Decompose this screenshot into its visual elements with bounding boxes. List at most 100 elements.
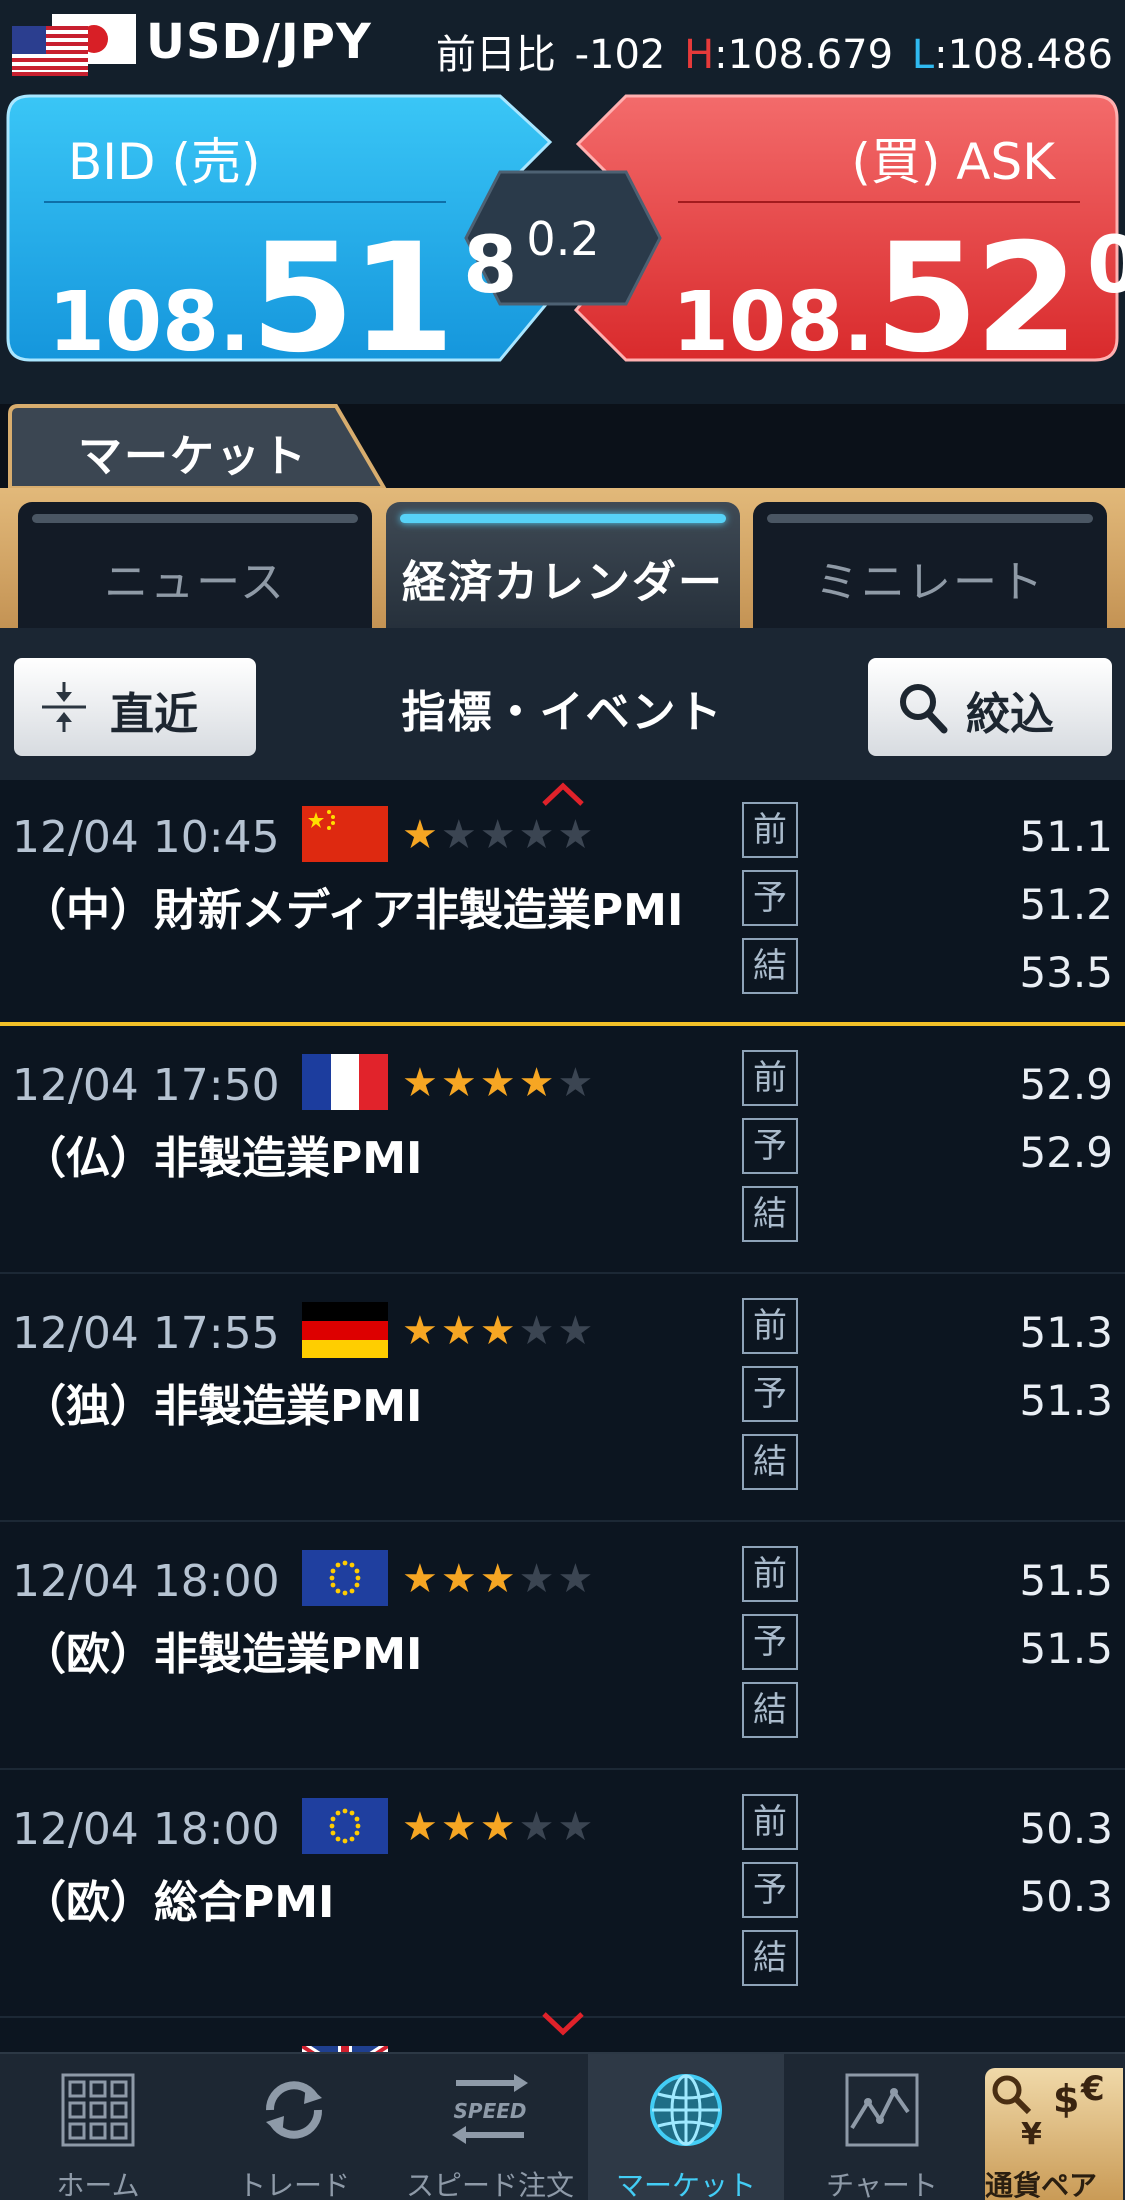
- cn-flag-icon: [302, 806, 388, 862]
- high-label: H: [684, 32, 715, 78]
- previous-value: 51.5: [1019, 1556, 1113, 1605]
- svg-text:$: $: [1053, 2077, 1079, 2121]
- ask-price-head: 108.: [672, 275, 875, 370]
- previous-value: 51.3: [1019, 1308, 1113, 1357]
- event-row[interactable]: 12/04 18:00 ★★★★★ （欧）非製造業PMI 前 予 結 51.5 …: [0, 1524, 1125, 1770]
- spread-value: 0.2: [526, 212, 600, 266]
- forecast-tag: 予: [742, 870, 798, 926]
- bid-label: BID (売): [68, 133, 261, 191]
- line-chart-icon: [845, 2073, 919, 2147]
- nav-trade[interactable]: トレード: [196, 2054, 392, 2200]
- importance-stars: ★★★★★: [402, 1556, 597, 1602]
- result-value: [1019, 1934, 1113, 2002]
- forecast-tag: 予: [742, 1614, 798, 1670]
- event-time: 12/04 18:00: [12, 1804, 280, 1855]
- previous-tag: 前: [742, 1050, 798, 1106]
- previous-tag: 前: [742, 1546, 798, 1602]
- previous-value: 52.9: [1019, 1060, 1113, 1109]
- previous-tag: 前: [742, 802, 798, 858]
- result-tag: 結: [742, 1434, 798, 1490]
- result-tag: 結: [742, 1930, 798, 1986]
- low-value: 108.486: [947, 32, 1113, 78]
- event-time: 12/04 10:45: [12, 812, 280, 863]
- bid-price[interactable]: 108.51 8: [48, 212, 517, 386]
- forecast-value: 51.2: [1019, 880, 1113, 929]
- event-values: 51.1 51.2 53.5: [1019, 806, 1113, 1010]
- nav-currency-pair[interactable]: $ € ¥ 通貨ペア: [985, 2068, 1123, 2200]
- usd-jpy-flags-icon: [12, 14, 136, 76]
- event-row[interactable]: 12/04 17:55 ★★★★★ （独）非製造業PMI 前 予 結 51.3 …: [0, 1276, 1125, 1522]
- low-label: L: [911, 32, 935, 78]
- importance-stars: ★★★★★: [402, 1804, 597, 1850]
- subtab-mini-rate[interactable]: ミニレート: [753, 502, 1107, 628]
- forecast-value: 50.3: [1019, 1872, 1113, 1921]
- currency-symbols-icon: $ € ¥: [992, 2072, 1105, 2152]
- scroll-up-icon[interactable]: [540, 780, 586, 808]
- high-value: 108.679: [727, 32, 894, 78]
- nav-market-label: マーケット: [615, 2169, 756, 2200]
- price-stats: 前日比 -102 H:108.679 L:108.486: [435, 32, 1113, 78]
- event-values: 51.5 51.5: [1019, 1550, 1113, 1754]
- change-value: -102: [574, 32, 666, 78]
- result-tag: 結: [742, 938, 798, 994]
- header-bar: USD/JPY 前日比 -102 H:108.679 L:108.486: [0, 0, 1125, 92]
- subtab-news-label: ニュース: [104, 557, 286, 608]
- quote-panel: BID (売) (買) ASK 108.51 8 0.2 108.52 0: [0, 92, 1125, 404]
- nav-chart[interactable]: チャート: [784, 2054, 980, 2200]
- speed-icon-text: SPEED: [454, 2099, 527, 2123]
- nav-chart-label: チャート: [826, 2169, 938, 2200]
- nav-home[interactable]: ホーム: [0, 2054, 196, 2200]
- ask-price-fraction: 0: [1087, 221, 1125, 311]
- event-time: 12/04 18:00: [12, 1556, 280, 1607]
- fr-flag-icon: [302, 1054, 388, 1110]
- bid-price-fraction: 8: [463, 221, 518, 311]
- event-row[interactable]: 12/04 10:45 ★★★★★ （中）財新メディア非製造業PMI 前 予 結…: [0, 780, 1125, 1026]
- event-row[interactable]: 12/04 18:00 ★★★★★ （欧）総合PMI 前 予 結 50.3 50…: [0, 1772, 1125, 2018]
- subtab-mini-rate-label: ミニレート: [815, 557, 1045, 608]
- filter-button[interactable]: 絞込: [868, 658, 1112, 756]
- change-label: 前日比: [435, 32, 556, 78]
- event-list[interactable]: 12/04 10:45 ★★★★★ （中）財新メディア非製造業PMI 前 予 結…: [0, 780, 1125, 2052]
- result-value: [1019, 1438, 1113, 1506]
- svg-text:¥: ¥: [1021, 2117, 1042, 2152]
- subtab-news[interactable]: ニュース: [18, 502, 372, 628]
- value-tags: 前 予 結: [742, 1298, 798, 1502]
- result-value: 53.5: [1019, 948, 1113, 997]
- globe-icon: [650, 2074, 722, 2146]
- filter-button-label: 絞込: [966, 689, 1054, 740]
- result-tag: 結: [742, 1682, 798, 1738]
- value-tags: 前 予 結: [742, 1794, 798, 1998]
- ask-label: (買) ASK: [851, 133, 1055, 191]
- eu-flag-icon: [302, 1798, 388, 1854]
- value-tags: 前 予 結: [742, 802, 798, 1006]
- forecast-tag: 予: [742, 1118, 798, 1174]
- event-time: 12/04 17:50: [12, 1060, 280, 1111]
- event-values: 51.3 51.3: [1019, 1302, 1113, 1506]
- nav-speed-order-label: スピード注文: [405, 2169, 574, 2200]
- bottom-navigation: ホーム トレード SPEED スピード注文 マーケット チャート $ € ¥ 通…: [0, 2052, 1125, 2200]
- eu-flag-icon: [302, 1550, 388, 1606]
- nav-speed-order[interactable]: SPEED スピード注文: [392, 2054, 588, 2200]
- event-row[interactable]: 12/04 17:50 ★★★★★ （仏）非製造業PMI 前 予 結 52.9 …: [0, 1028, 1125, 1274]
- nav-market[interactable]: マーケット: [588, 2054, 784, 2200]
- event-name: （欧）総合PMI: [22, 1877, 335, 1928]
- currency-pair-title[interactable]: USD/JPY: [146, 14, 372, 70]
- event-time: 12/04 17:55: [12, 1308, 280, 1359]
- scroll-down-icon[interactable]: [540, 2010, 586, 2038]
- forecast-value: 52.9: [1019, 1128, 1113, 1177]
- de-flag-icon: [302, 1302, 388, 1358]
- ask-price[interactable]: 108.52 0: [672, 212, 1125, 386]
- grid-icon: [61, 2073, 135, 2147]
- subtab-economic-calendar[interactable]: 経済カレンダー: [386, 502, 740, 628]
- importance-stars: ★★★★★: [402, 1060, 597, 1106]
- event-name: （独）非製造業PMI: [22, 1381, 423, 1432]
- event-values: 52.9 52.9: [1019, 1054, 1113, 1258]
- result-value: [1019, 1686, 1113, 1754]
- importance-stars: ★★★★★: [402, 1308, 597, 1354]
- speed-order-icon: SPEED: [452, 2074, 528, 2144]
- value-tags: 前 予 結: [742, 1546, 798, 1750]
- nav-currency-pair-label: 通貨ペア: [985, 2169, 1098, 2200]
- value-tags: 前 予 結: [742, 1050, 798, 1254]
- tab-market[interactable]: マーケット: [78, 420, 308, 484]
- forecast-value: 51.3: [1019, 1376, 1113, 1425]
